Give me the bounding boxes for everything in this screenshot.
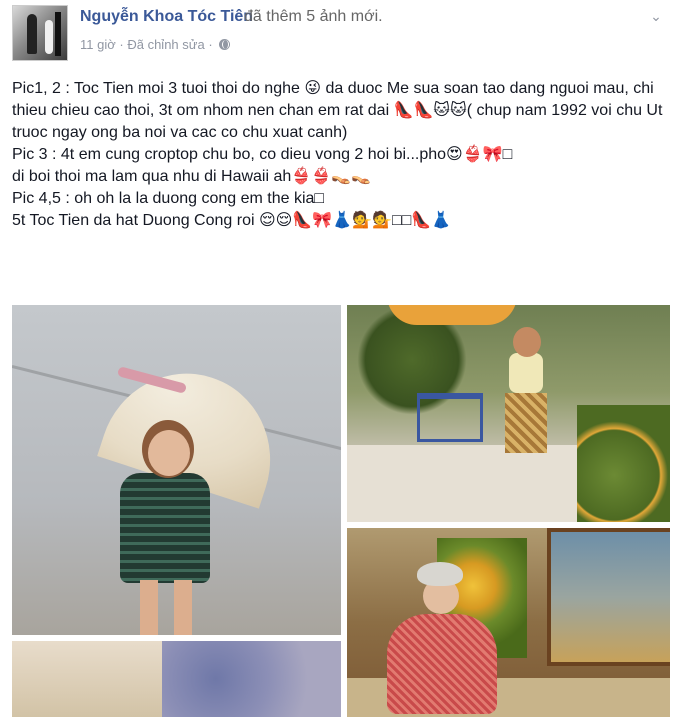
meta-separator: · [208, 37, 213, 53]
photo-3[interactable] [347, 528, 670, 717]
globe-icon[interactable] [219, 39, 231, 51]
post-text-line: Pic1, 2 : Toc Tien moi 3 tuoi thoi do ng… [12, 80, 663, 141]
post-text-line: Pic 4,5 : oh oh la la duong cong em the … [12, 190, 325, 207]
meta-separator: · [119, 37, 124, 53]
post-text-line: 5t Toc Tien da hat Duong Cong roi 😌😌👠🎀👗💁… [12, 212, 452, 229]
post-action-text: đã thêm 5 ảnh mới. [244, 8, 383, 25]
post-timestamp[interactable]: 11 giờ [80, 37, 116, 52]
edited-label[interactable]: Đã chỉnh sửa [127, 37, 204, 52]
post-text-line: di boi thoi ma lam qua nhu di Hawaii ah👙… [12, 168, 371, 185]
photo-2[interactable] [347, 305, 670, 522]
photo-4[interactable] [12, 641, 341, 717]
chevron-down-icon[interactable]: ⌄ [646, 6, 666, 26]
photo-1[interactable] [12, 305, 341, 635]
avatar[interactable] [12, 5, 68, 61]
post-text: Pic1, 2 : Toc Tien moi 3 tuoi thoi do ng… [12, 78, 672, 232]
post-text-line: Pic 3 : 4t em cung croptop chu bo, co di… [12, 146, 513, 163]
post-meta: 11 giờ · Đã chỉnh sửa · [80, 36, 231, 53]
facebook-post: Nguyễn Khoa Tóc Tiên đã thêm 5 ảnh mới. … [0, 0, 680, 717]
author-name[interactable]: Nguyễn Khoa Tóc Tiên [80, 8, 253, 26]
